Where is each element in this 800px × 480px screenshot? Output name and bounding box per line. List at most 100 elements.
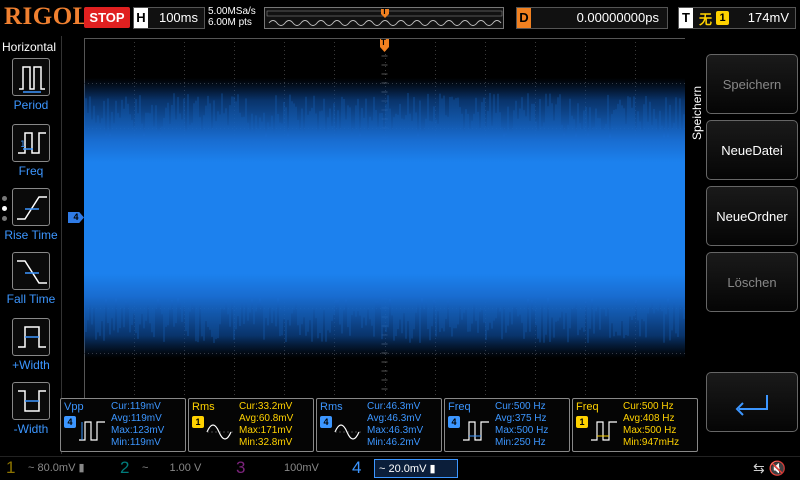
channel-status-bar: 1 ~ 80.0mV ▮ 2 ~ 1.00 V 3 100mV 4 ~ 20.0… [0, 456, 800, 480]
item-label: Fall Time [6, 292, 56, 306]
measurement-stats: Cur:46.3mV Avg:46.3mV Max:46.3mV Min:46.… [367, 401, 423, 449]
horizontal-timebase-box[interactable]: H 100ms [133, 7, 205, 29]
channel-4-offset-marker[interactable]: 4 [68, 212, 84, 223]
stat-max: Max:46.3mV [367, 425, 424, 436]
measurement-freq-ch1[interactable]: Freq 1 Cur:500 Hz Avg:408 Hz Max:500 Hz … [572, 398, 698, 452]
channel-3-tab[interactable]: 3 100mV [230, 457, 342, 480]
softkey-label: NeueOrdner [716, 208, 788, 224]
channel-4-tab[interactable]: 4 ~ 20.0mV ▮ [346, 457, 462, 480]
measurement-stats: Cur:500 Hz Avg:408 Hz Max:500 Hz Min:947… [623, 401, 679, 449]
item-label: Period [13, 98, 49, 112]
menu-title: Speichern [690, 85, 704, 140]
positive-width-icon [12, 318, 50, 356]
stat-min: Min:250 Hz [495, 437, 546, 448]
waveform-display[interactable]: T [84, 38, 685, 398]
scale-value: 1.00 V [169, 462, 202, 474]
system-icons: ⇆ 🔇 [753, 460, 786, 477]
stat-avg: Avg:375 Hz [495, 413, 547, 424]
channel-number: 2 [120, 458, 130, 477]
stat-cur: Cur:33.2mV [239, 401, 293, 412]
stat-max: Max:171mV [239, 425, 293, 436]
channel-1-tab[interactable]: 1 ~ 80.0mV ▮ [0, 457, 112, 480]
usb-icon: ⇆ [752, 460, 765, 476]
trigger-tag: T [679, 8, 693, 28]
stat-cur: Cur:500 Hz [623, 401, 674, 412]
stat-avg: Avg:46.3mV [367, 413, 422, 424]
rms-icon [206, 424, 235, 440]
softkey-label: Speichern [722, 76, 782, 92]
memory-depth: 6.00M pts [208, 17, 252, 28]
stat-max: Max:123mV [111, 425, 165, 436]
softkey-label: NeueDatei [721, 142, 783, 158]
softkey-neue-ordner[interactable]: NeueOrdner [706, 186, 798, 246]
measure-item-period[interactable]: Period [0, 58, 62, 118]
channel-2-tab[interactable]: 2 ~ 1.00 V [114, 457, 226, 480]
period-icon [12, 58, 50, 96]
measurement-vpp-ch4[interactable]: Vpp 4 Cur:119mV Avg:119mV Max:123mV Min:… [60, 398, 186, 452]
channel-scale: ~ 80.0mV ▮ [28, 459, 108, 478]
measurement-name: Freq [448, 401, 471, 413]
trigger-position-marker: T [381, 38, 386, 47]
scale-value: 100mV [284, 462, 319, 474]
measure-item-positive-width[interactable]: +Width [0, 318, 62, 378]
scale-value: 80.0mV [37, 462, 76, 474]
measure-item-rise-time[interactable]: Rise Time [0, 188, 62, 248]
run-stop-status[interactable]: STOP [84, 7, 130, 28]
channel-chip: 4 [448, 416, 460, 428]
rms-icon [334, 424, 363, 440]
trigger-source: 1 [716, 11, 729, 25]
stat-avg: Avg:60.8mV [239, 413, 294, 424]
measurement-name: Freq [576, 401, 599, 413]
frequency-icon [463, 421, 489, 441]
measure-item-fall-time[interactable]: Fall Time [0, 252, 62, 312]
measurement-stats: Cur:119mV Avg:119mV Max:123mV Min:119mV [111, 401, 164, 449]
stat-min: Min:119mV [111, 437, 161, 448]
softkey-return[interactable] [706, 372, 798, 432]
measurement-name: Rms [320, 401, 343, 413]
channel-scale: ~ 20.0mV ▮ [374, 459, 458, 478]
softkey-neue-datei[interactable]: NeueDatei [706, 120, 798, 180]
stat-avg: Avg:119mV [111, 413, 162, 424]
svg-text:1: 1 [20, 140, 26, 150]
top-status-bar: RIGOL STOP H 100ms 5.00MSa/s 6.00M pts T… [0, 0, 800, 36]
channel-chip: 1 [576, 416, 588, 428]
delay-box[interactable]: D 0.00000000ps [516, 7, 668, 29]
trigger-box[interactable]: T ⽆ 1 174mV [678, 7, 796, 29]
channel-number: 4 [352, 458, 362, 477]
rise-time-icon [12, 188, 50, 226]
delay-tag: D [517, 8, 531, 28]
softkey-menu: Speichern Speichern NeueDatei NeueOrdner… [686, 36, 800, 454]
item-label: -Width [13, 422, 49, 436]
rising-edge-icon: ⽆ [699, 12, 713, 27]
memory-trigger-marker: T [382, 7, 387, 16]
measure-item-negative-width[interactable]: -Width [0, 382, 62, 442]
memory-position-bar[interactable]: T [264, 7, 504, 29]
measurement-freq-ch4[interactable]: Freq 4 Cur:500 Hz Avg:375 Hz Max:500 Hz … [444, 398, 570, 452]
panel-title: Horizontal [2, 40, 57, 54]
measurement-rms-ch4[interactable]: Rms 4 Cur:46.3mV Avg:46.3mV Max:46.3mV M… [316, 398, 442, 452]
sample-rate: 5.00MSa/s [208, 6, 256, 17]
softkey-speichern[interactable]: Speichern [706, 54, 798, 114]
delay-value: 0.00000000ps [576, 10, 659, 25]
frequency-icon [591, 421, 617, 441]
bandwidth-icon: ▮ [429, 463, 436, 475]
negative-width-icon [12, 382, 50, 420]
item-label: Freq [18, 164, 44, 178]
item-label: Rise Time [4, 228, 58, 242]
channel-number: 1 [6, 458, 16, 477]
channel-chip: 4 [320, 416, 332, 428]
measure-item-freq[interactable]: 1 Freq [0, 124, 62, 184]
measurement-name: Rms [192, 401, 215, 413]
softkey-loeschen[interactable]: Löschen [706, 252, 798, 312]
scale-value: 20.0mV [388, 463, 427, 475]
measurement-results: Vpp 4 Cur:119mV Avg:119mV Max:123mV Min:… [60, 398, 700, 454]
frequency-icon: 1 [12, 124, 50, 162]
speaker-muted-icon[interactable]: 🔇 [769, 460, 786, 476]
acquisition-info: 5.00MSa/s 6.00M pts [208, 6, 256, 28]
fall-time-icon [12, 252, 50, 290]
measurement-rms-ch1[interactable]: Rms 1 Cur:33.2mV Avg:60.8mV Max:171mV Mi… [188, 398, 314, 452]
channel-scale: ~ 1.00 V [142, 459, 222, 478]
bandwidth-icon: ▮ [78, 462, 85, 474]
stat-max: Max:500 Hz [495, 425, 549, 436]
stat-min: Min:32.8mV [239, 437, 293, 448]
